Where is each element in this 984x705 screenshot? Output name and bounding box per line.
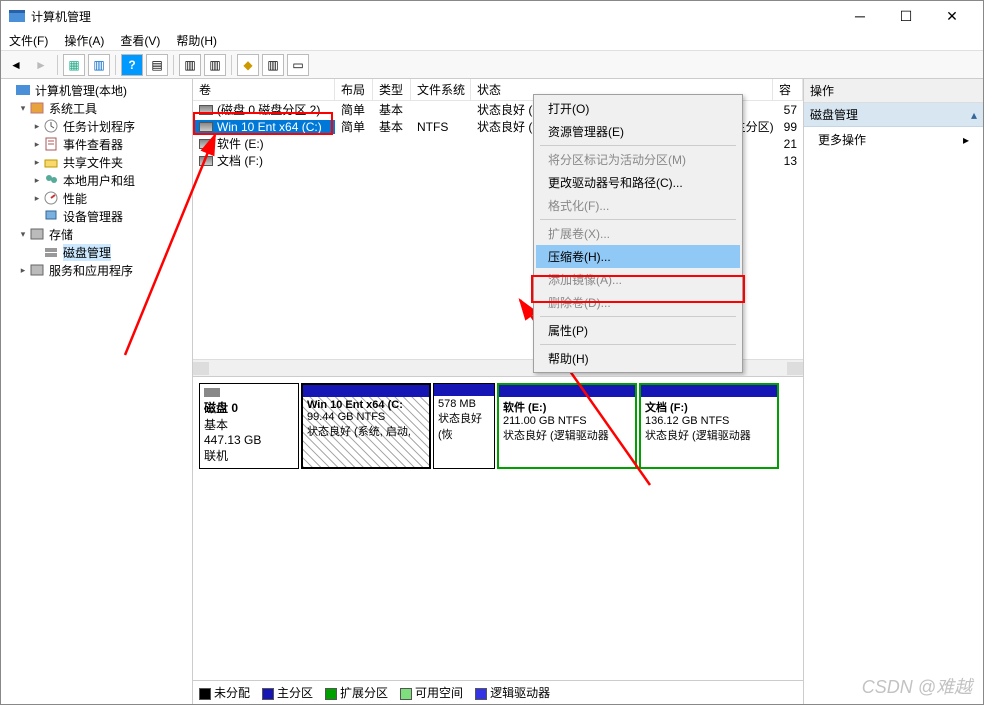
tree-sched[interactable]: ▸任务计划程序 [3, 117, 190, 135]
help-icon[interactable]: ? [121, 54, 143, 76]
col-type[interactable]: 类型 [373, 79, 411, 100]
tree-diskmgmt[interactable]: 磁盘管理 [3, 243, 190, 261]
volume-list-area: 卷 布局 类型 文件系统 状态 容 (磁盘 0 磁盘分区 2) 简单 基本 状态… [193, 79, 803, 377]
legend: 未分配 主分区 扩展分区 可用空间 逻辑驱动器 [193, 680, 803, 704]
partition-e[interactable]: 软件 (E:) 211.00 GB NTFS 状态良好 (逻辑驱动器 [497, 383, 637, 469]
partition-recovery[interactable]: 578 MB 状态良好 (恢 [433, 383, 495, 469]
toolbar-btn-7[interactable]: ▥ [262, 54, 284, 76]
partition-f[interactable]: 文档 (F:) 136.12 GB NTFS 状态良好 (逻辑驱动器 [639, 383, 779, 469]
tree-perf[interactable]: ▸性能 [3, 189, 190, 207]
toolbar: ◄ ► ▦ ▥ ? ▤ ▥ ▥ ◆ ▥ ▭ [1, 51, 983, 79]
tree-pane[interactable]: 计算机管理(本地) ▾系统工具 ▸任务计划程序 ▸事件查看器 ▸共享文件夹 ▸本… [1, 79, 193, 704]
ctx-prop[interactable]: 属性(P) [536, 319, 740, 342]
toolbar-btn-2[interactable]: ▥ [88, 54, 110, 76]
disk-layout: 磁盘 0 基本 447.13 GB 联机 Win 10 Ent x64 (C: … [193, 377, 803, 704]
partition-c[interactable]: Win 10 Ent x64 (C: 99.44 GB NTFS 状态良好 (系… [301, 383, 431, 469]
menubar: 文件(F) 操作(A) 查看(V) 帮助(H) [1, 31, 983, 51]
collapse-icon: ▴ [971, 108, 977, 122]
toolbar-btn-5[interactable]: ▥ [204, 54, 226, 76]
toolbar-btn-8[interactable]: ▭ [287, 54, 309, 76]
back-icon[interactable]: ◄ [5, 54, 27, 76]
actions-more[interactable]: 更多操作▸ [804, 127, 983, 152]
tree-evt[interactable]: ▸事件查看器 [3, 135, 190, 153]
col-fs[interactable]: 文件系统 [411, 79, 471, 100]
chevron-right-icon: ▸ [963, 133, 969, 147]
toolbar-btn-1[interactable]: ▦ [63, 54, 85, 76]
actions-diskmgmt[interactable]: 磁盘管理▴ [804, 103, 983, 127]
tree-storage[interactable]: ▾存储 [3, 225, 190, 243]
toolbar-btn-3[interactable]: ▤ [146, 54, 168, 76]
ctx-shrink[interactable]: 压缩卷(H)... [536, 245, 740, 268]
actions-pane: 操作 磁盘管理▴ 更多操作▸ [803, 79, 983, 704]
ctx-letter[interactable]: 更改驱动器号和路径(C)... [536, 171, 740, 194]
tree-users[interactable]: ▸本地用户和组 [3, 171, 190, 189]
menu-help[interactable]: 帮助(H) [176, 32, 217, 49]
tree-devmgr[interactable]: 设备管理器 [3, 207, 190, 225]
tree-sys[interactable]: ▾系统工具 [3, 99, 190, 117]
ctx-active: 将分区标记为活动分区(M) [536, 148, 740, 171]
close-button[interactable]: ✕ [929, 1, 975, 31]
toolbar-btn-4[interactable]: ▥ [179, 54, 201, 76]
disk-icon [204, 388, 220, 397]
menu-view[interactable]: 查看(V) [120, 32, 160, 49]
ctx-delete: 删除卷(D)... [536, 291, 740, 314]
col-layout[interactable]: 布局 [335, 79, 373, 100]
ctx-explorer[interactable]: 资源管理器(E) [536, 120, 740, 143]
tree-root[interactable]: 计算机管理(本地) [3, 81, 190, 99]
ctx-help[interactable]: 帮助(H) [536, 347, 740, 370]
col-volume[interactable]: 卷 [193, 79, 335, 100]
actions-header: 操作 [804, 79, 983, 103]
ctx-format: 格式化(F)... [536, 194, 740, 217]
ctx-extend: 扩展卷(X)... [536, 222, 740, 245]
ctx-mirror: 添加镜像(A)... [536, 268, 740, 291]
menu-file[interactable]: 文件(F) [9, 32, 48, 49]
app-icon [9, 8, 25, 24]
forward-icon[interactable]: ► [30, 54, 52, 76]
context-menu[interactable]: 打开(O) 资源管理器(E) 将分区标记为活动分区(M) 更改驱动器号和路径(C… [533, 94, 743, 373]
window-title: 计算机管理 [31, 8, 837, 25]
col-cap[interactable]: 容 [773, 79, 803, 100]
toolbar-btn-6[interactable]: ◆ [237, 54, 259, 76]
tree-shared[interactable]: ▸共享文件夹 [3, 153, 190, 171]
tree-services[interactable]: ▸服务和应用程序 [3, 261, 190, 279]
disk-header[interactable]: 磁盘 0 基本 447.13 GB 联机 [199, 383, 299, 469]
maximize-button[interactable]: ☐ [883, 1, 929, 31]
ctx-open[interactable]: 打开(O) [536, 97, 740, 120]
minimize-button[interactable]: ─ [837, 1, 883, 31]
titlebar: 计算机管理 ─ ☐ ✕ [1, 1, 983, 31]
menu-action[interactable]: 操作(A) [64, 32, 104, 49]
